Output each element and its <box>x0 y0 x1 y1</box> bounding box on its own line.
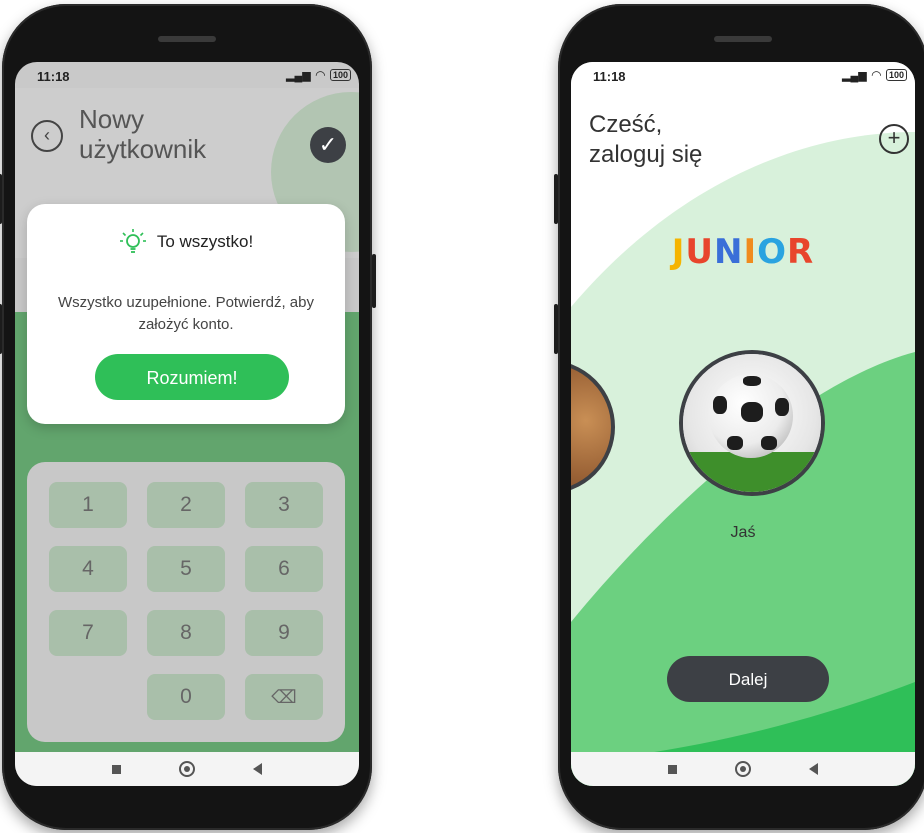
wifi-icon: ◠ <box>315 68 325 82</box>
backspace-key[interactable]: ⌫ <box>245 674 323 720</box>
dialog-message: Wszystko uzupełnione. Potwierdź, aby zał… <box>58 294 314 333</box>
home-icon[interactable] <box>179 761 195 777</box>
screen-right: 11:18 ▂▄▆ ◠ 100 Cześć, zaloguj się + JUN… <box>571 62 915 786</box>
speaker-grille <box>714 36 772 42</box>
key-1[interactable]: 1 <box>49 482 127 528</box>
key-9[interactable]: 9 <box>245 610 323 656</box>
add-profile-button[interactable]: + <box>879 124 909 154</box>
chevron-left-icon: ‹ <box>44 125 50 145</box>
key-4[interactable]: 4 <box>49 546 127 592</box>
logo-letter: I <box>743 232 758 272</box>
confirm-button[interactable]: ✓ <box>310 127 346 163</box>
plus-icon: + <box>887 125 901 150</box>
key-5[interactable]: 5 <box>147 546 225 592</box>
android-nav-bar <box>15 752 359 786</box>
key-6[interactable]: 6 <box>245 546 323 592</box>
key-0[interactable]: 0 <box>147 674 225 720</box>
speaker-grille <box>158 36 216 42</box>
back-nav-icon[interactable] <box>253 763 262 775</box>
greeting-title: Cześć, zaloguj się <box>589 111 703 168</box>
logo-letter: U <box>685 232 715 272</box>
status-time: 11:18 <box>593 69 626 84</box>
logo-letter: O <box>757 232 788 272</box>
soccer-ball-image <box>709 374 793 458</box>
battery-icon: 100 <box>329 69 351 81</box>
success-dialog: To wszystko! Wszystko uzupełnione. Potwi… <box>27 204 345 424</box>
android-nav-bar <box>571 752 915 786</box>
screen-left: 11:18 ▂▄▆ ◠ 100 ‹ Nowy użytkownik ✓ 1 2 … <box>15 62 359 786</box>
battery-icon: 100 <box>885 69 907 81</box>
status-time: 11:18 <box>37 69 70 84</box>
key-8[interactable]: 8 <box>147 610 225 656</box>
profile-name: Jaś <box>730 524 756 541</box>
backspace-icon: ⌫ <box>271 687 297 707</box>
understood-button[interactable]: Rozumiem! <box>95 354 289 400</box>
logo-letter: N <box>714 232 744 272</box>
status-bar: 11:18 ▂▄▆ ◠ 100 <box>15 62 359 88</box>
recent-apps-icon[interactable] <box>112 764 121 774</box>
phone-frame-left: 11:18 ▂▄▆ ◠ 100 ‹ Nowy użytkownik ✓ 1 2 … <box>0 4 376 830</box>
wifi-icon: ◠ <box>871 68 881 82</box>
signal-icon: ▂▄▆ <box>286 69 311 82</box>
back-nav-icon[interactable] <box>809 763 818 775</box>
page-title: Nowy użytkownik <box>79 104 207 164</box>
lightbulb-icon <box>119 229 146 253</box>
key-7[interactable]: 7 <box>49 610 127 656</box>
signal-icon: ▂▄▆ <box>842 69 867 82</box>
junior-logo: JUNIOR <box>571 232 915 272</box>
key-2[interactable]: 2 <box>147 482 225 528</box>
recent-apps-icon[interactable] <box>668 764 677 774</box>
check-icon: ✓ <box>318 132 338 157</box>
dialog-title: To wszystko! <box>156 232 254 251</box>
status-bar: 11:18 ▂▄▆ ◠ 100 <box>571 62 915 88</box>
key-3[interactable]: 3 <box>245 482 323 528</box>
profile-avatar[interactable] <box>679 350 825 496</box>
next-button[interactable]: Dalej <box>667 656 829 702</box>
back-button[interactable]: ‹ <box>31 120 63 152</box>
logo-letter: J <box>671 232 686 272</box>
home-icon[interactable] <box>735 761 751 777</box>
pin-keypad: 1 2 3 4 5 6 7 8 9 0 ⌫ <box>27 462 345 742</box>
logo-letter: R <box>787 232 815 272</box>
phone-frame-right: 11:18 ▂▄▆ ◠ 100 Cześć, zaloguj się + JUN… <box>554 4 924 830</box>
